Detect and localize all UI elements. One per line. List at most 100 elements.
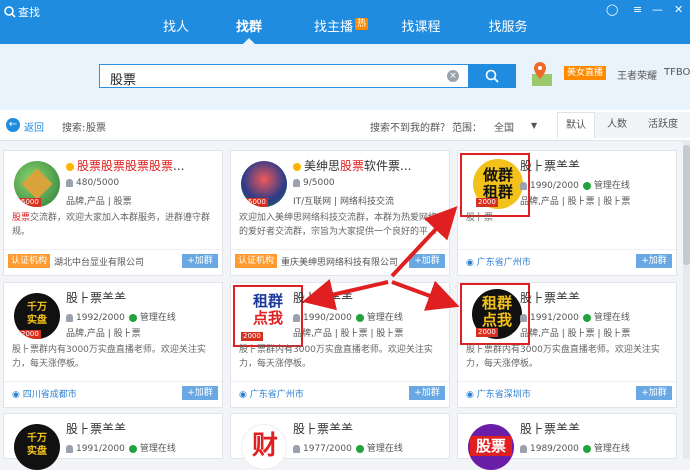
group-card[interactable]: 5000 美绅思股票软件票... 9/5000 IT/互联网 | 网络科技交流 …	[230, 150, 450, 276]
member-count: 1990/2000 管理在线	[293, 310, 403, 323]
group-title[interactable]: 股票股票股票股票...	[66, 157, 218, 174]
live-badge[interactable]: 美女直播	[564, 66, 607, 80]
sort-activity[interactable]: 活跃度	[640, 112, 686, 138]
logo-line-1: 千万	[27, 433, 47, 444]
organization-name: 重庆美绅思网络科技有限公司	[281, 258, 399, 268]
group-card[interactable]: 股票 股⺊票⺷⺷ 1989/2000 管理在线	[457, 413, 677, 470]
card-divider	[231, 381, 449, 382]
group-tags: 品牌,产品 | 股票	[66, 197, 132, 207]
check-icon	[355, 444, 364, 453]
admin-status: 管理在线	[139, 444, 176, 454]
group-card[interactable]: 千万 实盘 股⺊票⺷⺷ 1991/2000 管理在线	[3, 413, 223, 470]
location-text: 四川省成都市	[22, 390, 77, 400]
group-card[interactable]: 租群 点我 2000 股⺊票⺷⺷ 1990/2000 管理在线 品牌,产品 | 股⺊…	[230, 282, 450, 408]
group-card[interactable]: 5000 股票股票股票股票... 480/5000 品牌,产品 | 股票 股票交…	[3, 150, 223, 276]
person-icon	[293, 313, 300, 322]
location-text: 广东省深圳市	[476, 390, 531, 400]
member-count-text: 1991/2000	[530, 313, 579, 323]
not-found-link[interactable]: 搜索不到我的群？	[370, 119, 450, 134]
group-card[interactable]: 租群 点我 2000 股⺊票⺷⺷ 1991/2000 管理在线 品牌,产品 | 股⺊…	[457, 282, 677, 408]
person-icon	[66, 444, 73, 453]
card-divider	[231, 249, 449, 250]
group-title-highlight: 股票	[340, 159, 365, 173]
group-card[interactable]: 财 股⺊票⺷⺷ 1977/2000 管理在线	[230, 413, 450, 470]
search-button[interactable]	[469, 64, 516, 88]
member-count-text: 480/5000	[76, 178, 120, 188]
menu-icon[interactable]: ≡	[633, 4, 642, 16]
tab-find-people[interactable]: 找人	[154, 18, 198, 44]
join-group-button[interactable]: +加群	[409, 386, 445, 400]
member-count: 1992/2000 管理在线	[66, 310, 176, 323]
group-title[interactable]: 股⺊票⺷⺷	[520, 420, 672, 437]
group-description: 股⺊票	[466, 213, 494, 223]
location-pin-icon: ◉	[466, 390, 477, 400]
join-group-button[interactable]: +加群	[182, 254, 218, 268]
minimize-icon[interactable]: —	[652, 4, 663, 16]
group-title[interactable]: 股⺊票⺷⺷	[293, 420, 445, 437]
member-count: 1991/2000 管理在线	[66, 441, 176, 454]
join-group-button[interactable]: +加群	[182, 386, 218, 400]
member-count-text: 1989/2000	[530, 444, 579, 454]
group-location: ◉ 广东省广州市	[466, 255, 531, 268]
search-input[interactable]: 股票 ×	[99, 64, 469, 88]
admin-status: 管理在线	[139, 313, 176, 323]
location-pin-icon: ◉	[239, 390, 250, 400]
group-title[interactable]: 股⺊票⺷⺷	[66, 420, 218, 437]
member-count: 1977/2000 管理在线	[293, 441, 403, 454]
clear-search-icon[interactable]: ×	[447, 70, 459, 82]
group-title[interactable]: 股⺊票⺷⺷	[520, 157, 672, 174]
logo-text: 租群 点我	[239, 293, 297, 327]
join-group-button[interactable]: +加群	[636, 254, 672, 268]
tab-find-hosts-label: 找主播	[313, 20, 353, 35]
person-icon	[520, 313, 527, 322]
notification-icon[interactable]: ◯	[606, 4, 618, 16]
scrollbar-thumb[interactable]	[683, 145, 690, 265]
group-card[interactable]: 做群 租群 2000 股⺊票⺷⺷ 1990/2000 管理在线 品牌,产品 | 股⺊…	[457, 150, 677, 276]
desc-text: 交流群，欢迎大家加入本群服务，进群遵守群规。	[12, 213, 211, 237]
tab-find-services[interactable]: 找服务	[483, 18, 533, 44]
join-group-button[interactable]: +加群	[636, 386, 672, 400]
back-link[interactable]: 返回	[24, 119, 44, 134]
close-icon[interactable]: ✕	[674, 4, 683, 16]
sort-default[interactable]: 默认	[557, 112, 595, 138]
group-card[interactable]: 千万 实盘 2000 股⺊票⺷⺷ 1992/2000 管理在线 品牌,产品 | 股⺊…	[3, 282, 223, 408]
capacity-badge: 2000	[241, 332, 263, 341]
range-select[interactable]: 全国	[494, 119, 514, 134]
logo-line-1: 做群	[482, 166, 513, 184]
check-icon	[355, 313, 364, 322]
promo-link-1[interactable]: 王者荣耀	[617, 67, 657, 82]
logo-text: 租群 点我	[473, 295, 521, 329]
tab-find-hosts[interactable]: 找主播热	[310, 18, 372, 44]
card-divider	[4, 381, 222, 382]
desc-highlight: 股票	[12, 213, 31, 223]
group-avatar: 5000	[14, 161, 60, 207]
group-title[interactable]: 美绅思股票软件票...	[293, 157, 445, 174]
group-description: 股⺊票群内有3000万实盘直播老师。欢迎关注实力，每天涨停板。	[12, 345, 206, 369]
group-title[interactable]: 股⺊票⺷⺷	[520, 289, 672, 306]
group-title-rest: 软件票...	[364, 159, 412, 173]
person-icon	[293, 444, 300, 453]
group-title[interactable]: 股⺊票⺷⺷	[293, 289, 445, 306]
group-avatar: 千万 实盘 2000	[14, 293, 60, 339]
join-group-button[interactable]: +加群	[409, 254, 445, 268]
group-tags: 品牌,产品 | 股⺊票 | 股⺊票	[520, 329, 631, 339]
member-count: 1990/2000 管理在线	[520, 178, 630, 191]
logo-text: 做群 租群	[474, 167, 522, 201]
logo-line-2: 点我	[481, 311, 512, 329]
member-count-text: 1977/2000	[303, 444, 352, 454]
promo-link-2[interactable]: TFBOY	[664, 67, 690, 78]
capacity-badge: 5000	[19, 198, 41, 207]
check-icon	[582, 444, 591, 453]
tab-find-courses[interactable]: 找课程	[396, 18, 446, 44]
check-icon	[582, 313, 591, 322]
chevron-down-icon[interactable]: ▼	[531, 121, 537, 130]
logo-text: 千万 实盘	[18, 301, 56, 327]
group-title[interactable]: 股⺊票⺷⺷	[66, 289, 218, 306]
sort-members[interactable]: 人数	[598, 112, 636, 138]
back-arrow-icon[interactable]: ←	[6, 118, 20, 132]
admin-status: 管理在线	[366, 313, 403, 323]
member-count-text: 1990/2000	[303, 313, 352, 323]
capacity-badge: 5000	[246, 198, 268, 207]
map-pin-icon[interactable]	[530, 60, 554, 88]
logo-line-2: 点我	[252, 309, 283, 327]
